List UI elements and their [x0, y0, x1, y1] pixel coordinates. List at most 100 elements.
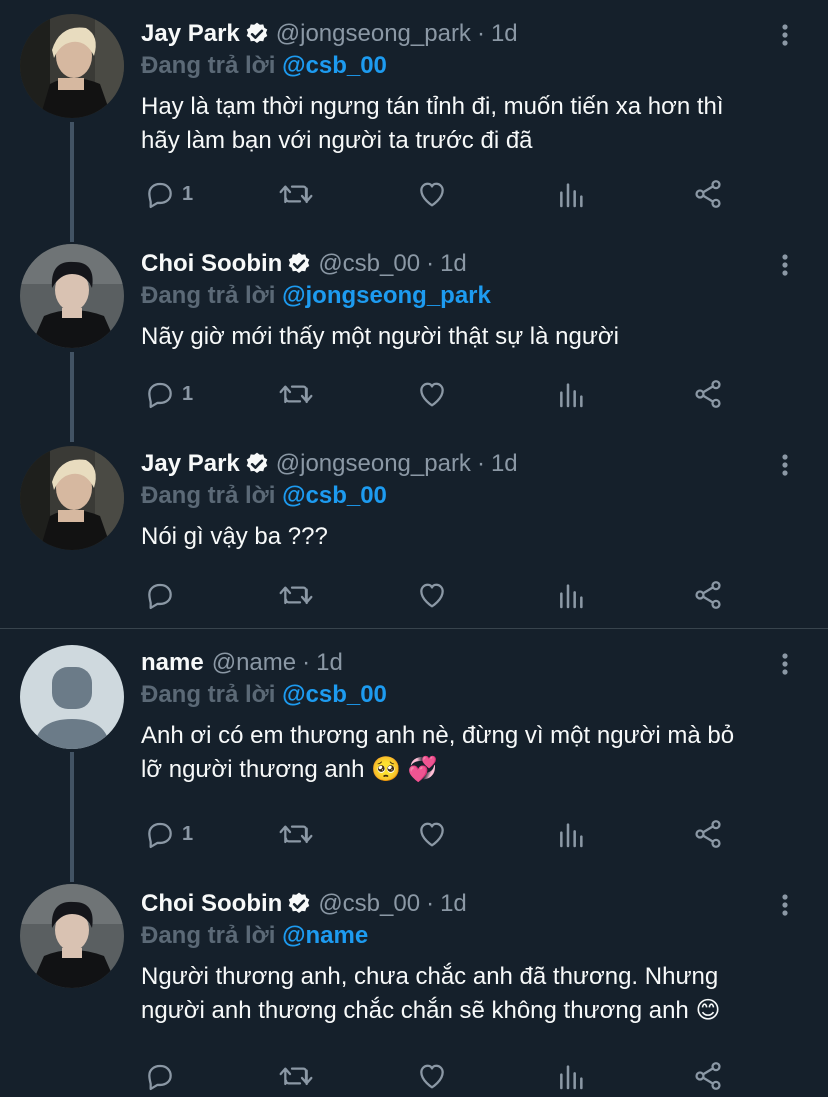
analytics-icon [560, 383, 583, 408]
tweet[interactable]: Jay Park @jongseong_park · 1d Đang trả l… [0, 0, 828, 230]
retweet-button[interactable] [278, 1059, 314, 1093]
like-button[interactable] [416, 578, 448, 612]
verified-badge-icon [246, 22, 268, 43]
action-bar: 1 [140, 177, 740, 211]
share-button[interactable] [692, 377, 724, 411]
reply-button[interactable]: 1 [144, 177, 193, 211]
tweet-text-line: Anh ơi có em thương anh nè, đừng vì một … [141, 722, 735, 749]
tweet-text-line: Người thương anh, chưa chắc anh đã thươn… [141, 963, 719, 990]
separator-dot: · [426, 250, 435, 277]
avatar-jay-park[interactable] [20, 14, 124, 118]
action-bar [140, 578, 740, 612]
views-button[interactable] [556, 1059, 588, 1093]
retweet-button[interactable] [278, 817, 314, 851]
user-handle[interactable]: @jongseong_park [276, 450, 471, 478]
user-handle[interactable]: @csb_00 [318, 890, 420, 918]
share-button[interactable] [692, 817, 724, 851]
tweet-text-line: Nãy giờ mới thấy một người thật sự là ng… [141, 323, 619, 350]
timestamp[interactable]: 1d [491, 450, 518, 478]
like-button[interactable] [416, 377, 448, 411]
tweet-header: Choi Soobin @csb_00 · 1d [141, 246, 467, 282]
replying-to: Đang trả lời @name [141, 922, 368, 950]
reply-button[interactable]: 1 [144, 377, 193, 411]
avatar-choi-soobin[interactable] [20, 244, 124, 348]
timestamp[interactable]: 1d [316, 649, 343, 677]
tweet[interactable]: Choi Soobin @csb_00 · 1d Đang trả lời @j… [0, 230, 828, 430]
replying-to: Đang trả lời @csb_00 [141, 52, 387, 80]
heart-icon [420, 822, 444, 847]
verified-badge-icon [289, 892, 310, 913]
analytics-icon [560, 1065, 583, 1090]
views-button[interactable] [556, 377, 588, 411]
replying-to: Đang trả lời @csb_00 [141, 482, 387, 510]
retweet-button[interactable] [278, 377, 314, 411]
like-button[interactable] [416, 1059, 448, 1093]
mention-link[interactable]: @name [282, 922, 368, 949]
avatar-choi-soobin[interactable] [20, 884, 124, 988]
more-options-icon[interactable] [770, 250, 800, 280]
user-handle[interactable]: @jongseong_park [276, 20, 471, 48]
user-handle[interactable]: @name [212, 649, 296, 677]
share-button[interactable] [692, 177, 724, 211]
separator-dot: · [426, 890, 435, 917]
tweet[interactable]: Choi Soobin @csb_00 · 1d Đang trả lời @n… [0, 870, 828, 1097]
display-name[interactable]: Choi Soobin [141, 890, 282, 918]
reply-icon [148, 583, 172, 610]
heart-icon [420, 182, 444, 207]
heart-icon [420, 382, 444, 407]
display-name[interactable]: Jay Park [141, 450, 240, 478]
share-icon [695, 820, 721, 848]
views-button[interactable] [556, 177, 588, 211]
tweet-text-line: lỡ người thương anh 🥺 💞 [141, 756, 438, 783]
replying-to-label: Đang trả lời [141, 482, 276, 509]
retweet-icon [279, 586, 313, 605]
share-button[interactable] [692, 1059, 724, 1093]
reply-button[interactable] [144, 578, 182, 612]
mention-link[interactable]: @csb_00 [282, 681, 387, 708]
retweet-icon [279, 825, 313, 844]
more-options-icon[interactable] [770, 890, 800, 920]
timestamp[interactable]: 1d [491, 20, 518, 48]
like-button[interactable] [416, 177, 448, 211]
verified-badge-icon [289, 252, 310, 273]
retweet-button[interactable] [278, 578, 314, 612]
tweet[interactable]: Jay Park @jongseong_park · 1d Đang trả l… [0, 430, 828, 628]
separator-dot: · [476, 450, 485, 477]
display-name[interactable]: name [141, 649, 204, 677]
timestamp[interactable]: 1d [440, 250, 467, 278]
separator-dot: · [476, 20, 485, 47]
action-bar [140, 1059, 740, 1093]
share-button[interactable] [692, 578, 724, 612]
replying-to-label: Đang trả lời [141, 922, 276, 949]
heart-icon [420, 583, 444, 608]
more-options-icon[interactable] [770, 20, 800, 50]
timestamp[interactable]: 1d [440, 890, 467, 918]
analytics-icon [560, 823, 583, 848]
heart-icon [420, 1064, 444, 1089]
mention-link[interactable]: @csb_00 [282, 52, 387, 79]
reply-button[interactable]: 1 [144, 817, 193, 851]
more-options-icon[interactable] [770, 649, 800, 679]
avatar-default-user[interactable] [20, 645, 124, 749]
retweet-button[interactable] [278, 177, 314, 211]
mention-link[interactable]: @csb_00 [282, 482, 387, 509]
display-name[interactable]: Jay Park [141, 20, 240, 48]
reply-icon [148, 182, 172, 209]
tweet-text: Nãy giờ mới thấy một người thật sự là ng… [141, 320, 813, 354]
views-button[interactable] [556, 578, 588, 612]
like-button[interactable] [416, 817, 448, 851]
separator-dot: · [302, 649, 311, 676]
tweet-text-line: người anh thương chắc chắn sẽ không thươ… [141, 997, 721, 1024]
avatar-jay-park[interactable] [20, 446, 124, 550]
reply-button[interactable] [144, 1059, 182, 1093]
reply-count: 1 [182, 382, 194, 405]
share-icon [695, 581, 721, 609]
display-name[interactable]: Choi Soobin [141, 250, 282, 278]
more-options-icon[interactable] [770, 450, 800, 480]
user-handle[interactable]: @csb_00 [318, 250, 420, 278]
views-button[interactable] [556, 817, 588, 851]
tweet[interactable]: name @name · 1d Đang trả lời @csb_00 Anh… [0, 629, 828, 869]
mention-link[interactable]: @jongseong_park [282, 282, 491, 309]
replying-to: Đang trả lời @jongseong_park [141, 282, 491, 310]
tweet-text-line: hãy làm bạn với người ta trước đi đã [141, 127, 533, 154]
